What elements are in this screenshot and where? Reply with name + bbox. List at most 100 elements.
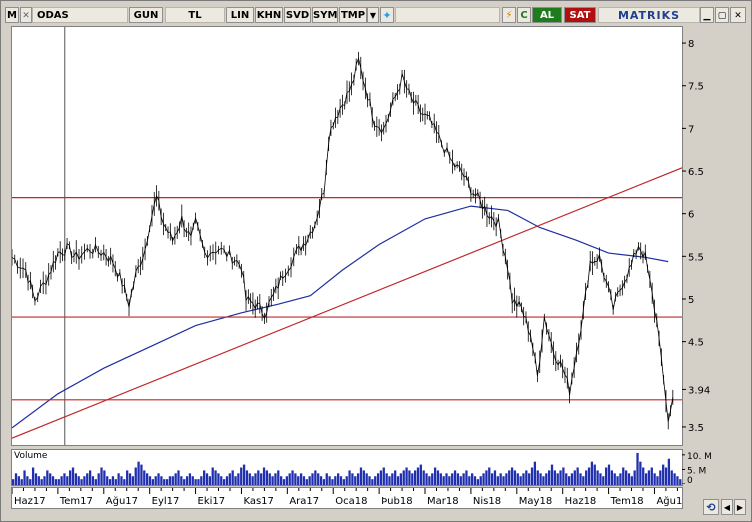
- x-tick-label: Ağu18: [656, 495, 683, 507]
- volume-bar: [317, 473, 320, 485]
- volume-bar: [242, 464, 246, 485]
- volume-bar: [402, 470, 405, 485]
- volume-bar: [234, 476, 237, 485]
- volume-bar: [254, 473, 257, 485]
- volume-bar: [659, 470, 662, 485]
- volume-bar: [368, 476, 371, 485]
- volume-bar: [308, 476, 311, 485]
- volume-bar: [208, 476, 212, 485]
- refresh-c-icon[interactable]: C: [517, 7, 531, 23]
- volume-bar: [550, 464, 554, 485]
- volume-bar: [51, 476, 55, 485]
- volume-bar: [485, 470, 488, 485]
- y-tick-label: 6: [688, 210, 694, 221]
- close-symbol-icon[interactable]: ✕: [20, 7, 32, 23]
- volume-bar: [448, 476, 451, 485]
- volume-bar: [622, 467, 625, 485]
- volume-bar: [183, 479, 186, 485]
- khn-label: KHN: [256, 10, 282, 21]
- volume-bar: [371, 479, 374, 485]
- volume-bar: [376, 473, 380, 485]
- volume-bar: [71, 467, 75, 485]
- sync-icon[interactable]: ⟲: [703, 499, 719, 515]
- close-window-icon[interactable]: ✕: [730, 7, 746, 23]
- svd-label: SVD: [285, 10, 310, 21]
- price-chart[interactable]: [11, 26, 683, 446]
- volume-bar: [217, 473, 220, 485]
- volume-bar: [69, 470, 72, 485]
- volume-bar: [482, 473, 485, 485]
- khn-button[interactable]: KHN: [255, 7, 283, 23]
- currency-button[interactable]: TL: [165, 7, 225, 23]
- volume-bar: [57, 479, 60, 485]
- volume-bar: [257, 470, 260, 485]
- volume-bar: [211, 467, 214, 485]
- volume-bar: [160, 476, 163, 485]
- sym-button[interactable]: SYM: [312, 7, 338, 23]
- scroll-right-icon[interactable]: ▶: [734, 499, 746, 515]
- sym-label: SYM: [313, 10, 338, 21]
- volume-bar: [513, 470, 517, 485]
- volume-bar: [74, 473, 78, 485]
- volume-bar: [260, 473, 263, 485]
- tmp-dropdown-icon[interactable]: ▼: [367, 7, 379, 23]
- maximize-icon[interactable]: ▢: [715, 7, 729, 23]
- volume-bar: [545, 473, 548, 485]
- volume-bar: [465, 470, 468, 485]
- volume-bar: [539, 473, 542, 485]
- volume-bar: [530, 467, 534, 485]
- volume-bar: [553, 470, 556, 485]
- period-button[interactable]: GUN: [129, 7, 163, 23]
- linear-scale-button[interactable]: LIN: [226, 7, 254, 23]
- volume-bar: [114, 479, 117, 485]
- volume-bar: [80, 479, 83, 485]
- volume-bar: [433, 467, 437, 485]
- volume-bar: [590, 461, 594, 485]
- volume-bar: [650, 467, 653, 485]
- volume-bar: [411, 473, 414, 485]
- volume-bar: [37, 476, 40, 485]
- volume-bar: [533, 461, 537, 485]
- volume-bar: [351, 473, 354, 485]
- volume-bar: [490, 473, 494, 485]
- sell-button[interactable]: SAT: [564, 7, 596, 23]
- volume-bar: [148, 476, 152, 485]
- symbol-field[interactable]: ODAS: [32, 7, 128, 23]
- lightning-icon[interactable]: ⚡: [502, 7, 516, 23]
- volume-bar: [633, 470, 636, 485]
- volume-bar: [248, 473, 251, 485]
- scroll-left-icon[interactable]: ◀: [721, 499, 733, 515]
- volume-bar: [630, 476, 633, 485]
- volume-bar: [587, 467, 591, 485]
- volume-bar: [262, 467, 266, 485]
- volume-bar: [205, 473, 209, 485]
- volume-bar: [29, 479, 32, 485]
- buy-button[interactable]: AL: [532, 7, 562, 23]
- volume-bar: [319, 476, 323, 485]
- minimize-icon[interactable]: ▁: [700, 7, 714, 23]
- volume-bar: [126, 470, 129, 485]
- volume-chart[interactable]: [11, 449, 683, 486]
- volume-bar: [542, 476, 545, 485]
- twitter-icon[interactable]: ✦: [380, 7, 394, 23]
- volume-tick-label: 10. M: [687, 452, 712, 462]
- x-tick-label: Ara17: [289, 496, 319, 507]
- svd-button[interactable]: SVD: [284, 7, 311, 23]
- volume-bar: [502, 476, 505, 485]
- volume-bar: [359, 467, 363, 485]
- volume-bar: [431, 473, 434, 485]
- volume-bar: [339, 476, 343, 485]
- volume-bar: [414, 470, 417, 485]
- tmp-button[interactable]: TMP: [339, 7, 367, 23]
- volume-bar: [399, 473, 403, 485]
- volume-bar: [185, 476, 189, 485]
- volume-y-axis: 10. M 5. M0: [682, 452, 712, 484]
- price-y-axis: 3.5 3.94 4.5 5 5.5 6 6.5 7 7.5 8: [682, 39, 710, 434]
- volume-bar: [436, 470, 440, 485]
- volume-bar: [220, 476, 223, 485]
- volume-bar: [428, 476, 431, 485]
- logo-label: M: [7, 10, 17, 21]
- volume-bar: [280, 476, 283, 485]
- volume-bar: [245, 470, 249, 485]
- logo-button[interactable]: M: [5, 7, 19, 23]
